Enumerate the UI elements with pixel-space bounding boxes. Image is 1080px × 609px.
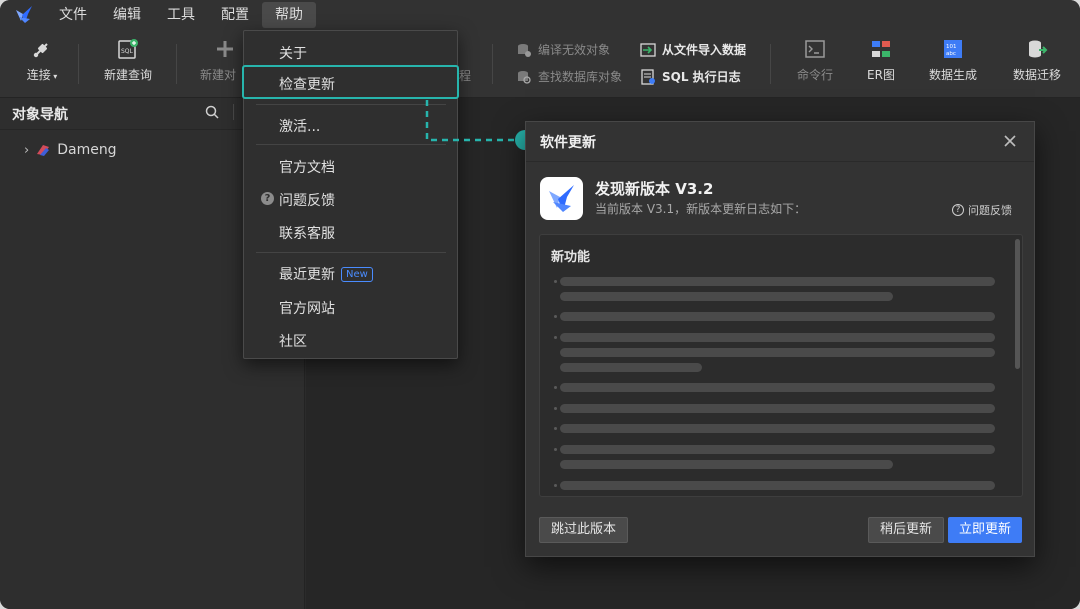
placeholder-line (560, 333, 995, 342)
list-bullet (554, 484, 557, 487)
list-bullet (554, 448, 557, 451)
placeholder-line (560, 404, 995, 413)
app-window: 文件 编辑 工具 配置 帮助 连接 ▾ SQL 新建查询 新建对 程 编译无效对… (0, 0, 1080, 609)
placeholder-line (560, 460, 893, 469)
list-bullet (554, 336, 557, 339)
changelog-panel[interactable]: 新功能 (539, 234, 1023, 497)
placeholder-line (560, 481, 995, 490)
update-now-button[interactable]: 立即更新 (948, 517, 1023, 543)
placeholder-line (560, 424, 995, 433)
changelog-title: 新功能 (551, 250, 591, 265)
placeholder-line (560, 383, 995, 392)
app-logo-icon (549, 185, 574, 212)
placeholder-line (560, 363, 702, 372)
list-bullet (554, 427, 557, 430)
placeholder-line (560, 292, 893, 301)
app-icon (540, 177, 583, 220)
placeholder-line (560, 312, 995, 321)
feedback-link[interactable]: ? 问题反馈 (952, 202, 1012, 218)
software-update-dialog: 软件更新 发现新版本 V3.2 当前版本 V3.1，新版本更新日志如下： ? 问… (525, 121, 1035, 557)
placeholder-line (560, 277, 995, 286)
feedback-link-label: 问题反馈 (968, 204, 1012, 217)
update-later-button[interactable]: 稍后更新 (868, 517, 945, 543)
dialog-title: 软件更新 (540, 134, 596, 151)
list-bullet (554, 315, 557, 318)
close-icon[interactable] (1002, 133, 1018, 149)
question-icon: ? (952, 204, 964, 216)
list-bullet (554, 386, 557, 389)
placeholder-line (560, 445, 995, 454)
placeholder-line (560, 348, 995, 357)
update-subtitle: 当前版本 V3.1，新版本更新日志如下： (595, 202, 807, 216)
skip-version-button[interactable]: 跳过此版本 (539, 517, 629, 543)
update-heading: 发现新版本 V3.2 (595, 180, 714, 198)
list-bullet (554, 407, 557, 410)
dialog-header: 软件更新 (526, 122, 1034, 162)
scrollbar-thumb[interactable] (1015, 239, 1020, 369)
list-bullet (554, 280, 557, 283)
